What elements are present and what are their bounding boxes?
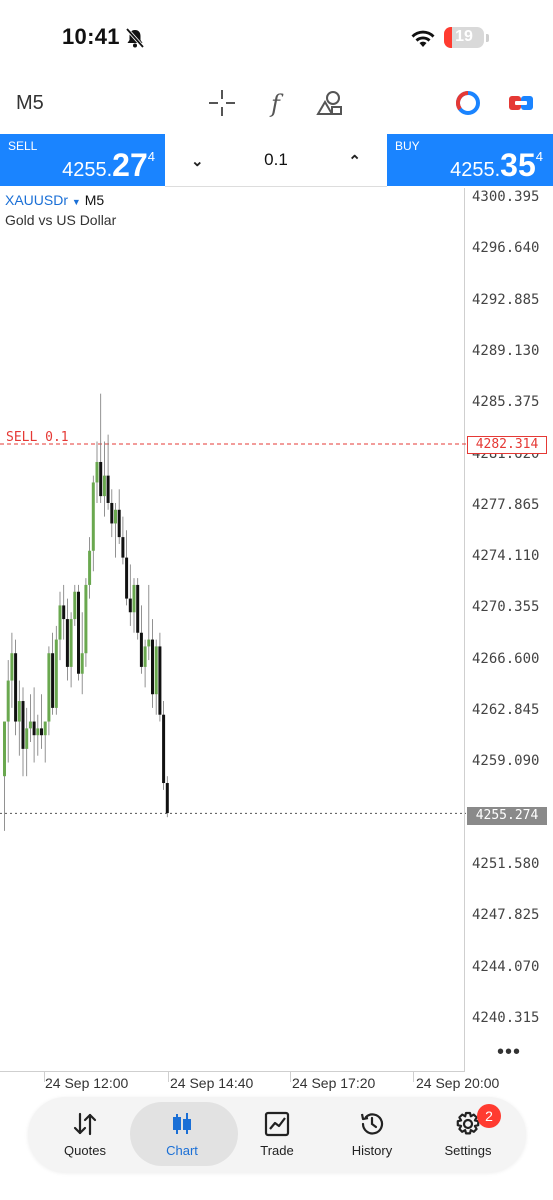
y-tick-label: 4270.355 — [472, 599, 540, 616]
current-price-label: 4255.274 — [467, 807, 547, 825]
candle — [51, 632, 55, 715]
y-tick-label: 4240.315 — [472, 1009, 540, 1026]
candle — [69, 612, 73, 688]
candle — [102, 441, 106, 517]
candlestick-chart — [0, 393, 466, 831]
candle — [21, 687, 25, 777]
tab-chart[interactable]: Chart — [130, 1097, 238, 1172]
tab-settings[interactable]: Settings — [418, 1097, 518, 1172]
candle — [80, 612, 84, 695]
candle — [154, 639, 158, 715]
y-tick-label: 4296.640 — [472, 240, 540, 257]
candle — [139, 605, 143, 674]
x-tick-label: 24 Sep 20:00 — [416, 1075, 500, 1091]
trade-chart-icon — [264, 1111, 290, 1137]
candle — [28, 694, 32, 743]
chart-candles-icon — [173, 1113, 191, 1134]
tab-quotes-label: Quotes — [64, 1143, 106, 1158]
x-tick-label: 24 Sep 17:20 — [292, 1075, 376, 1091]
candle — [54, 625, 58, 715]
y-tick-label: 4289.130 — [472, 342, 540, 359]
candle — [136, 578, 140, 640]
candle — [58, 591, 62, 661]
candle — [32, 687, 36, 763]
candle — [10, 632, 14, 708]
candle — [3, 721, 6, 831]
bottom-tab-bar: Quotes Chart Trade History Settings — [28, 1097, 526, 1172]
candle — [165, 776, 169, 818]
candle — [132, 578, 136, 633]
y-tick-label: 4277.865 — [472, 496, 540, 513]
candle — [114, 502, 117, 558]
candle — [47, 646, 51, 736]
sell-order-price: 4282.314 — [467, 436, 547, 454]
candle — [36, 714, 40, 756]
candle — [65, 598, 69, 681]
y-tick-label: 4266.600 — [472, 650, 540, 667]
y-tick-label: 4262.845 — [472, 702, 540, 718]
history-clock-icon — [360, 1113, 384, 1135]
y-tick-label: 4244.070 — [472, 958, 540, 975]
candle — [158, 632, 162, 722]
candle — [77, 584, 80, 681]
settings-notification-badge: 2 — [477, 1104, 501, 1128]
candle — [43, 721, 47, 763]
more-icon[interactable]: ••• — [497, 1041, 521, 1064]
sell-order-label[interactable]: SELL 0.1 — [6, 430, 69, 445]
candle — [117, 489, 121, 544]
candle — [125, 530, 129, 606]
candle — [121, 516, 125, 565]
y-tick-label: 4259.090 — [472, 753, 540, 770]
candle — [25, 707, 29, 777]
candle — [147, 584, 151, 661]
chart-symbol[interactable]: XAUUSDr ▼ M5 — [5, 192, 104, 208]
candle — [106, 434, 110, 510]
candle — [162, 701, 166, 790]
candle — [143, 639, 147, 688]
y-tick-label: 4247.825 — [472, 907, 540, 924]
x-tick-label: 24 Sep 14:40 — [170, 1075, 254, 1091]
candle — [14, 639, 18, 736]
y-tick-label: 4285.375 — [472, 394, 540, 411]
tab-settings-label: Settings — [444, 1143, 492, 1158]
candle — [88, 537, 92, 599]
tab-history-label: History — [351, 1143, 393, 1158]
tab-quotes[interactable]: Quotes — [35, 1097, 135, 1172]
candle — [6, 660, 10, 763]
chart-description: Gold vs US Dollar — [5, 212, 117, 228]
candle — [99, 393, 103, 503]
candle — [84, 578, 88, 667]
tab-chart-label: Chart — [166, 1143, 198, 1158]
candle — [128, 564, 132, 626]
candle — [95, 441, 99, 503]
candle — [151, 619, 154, 708]
y-tick-label: 4292.885 — [472, 291, 540, 308]
candle — [73, 584, 77, 626]
y-tick-label: 4274.110 — [472, 548, 540, 565]
candle — [40, 694, 43, 749]
candle — [62, 584, 66, 640]
candle — [91, 475, 95, 572]
candle — [110, 489, 114, 538]
y-tick-label: 4300.395 — [472, 189, 540, 205]
tab-trade-label: Trade — [260, 1143, 294, 1158]
y-tick-label: 4251.580 — [472, 855, 540, 872]
tab-history[interactable]: History — [322, 1097, 422, 1172]
tab-trade[interactable]: Trade — [227, 1097, 327, 1172]
x-tick-label: 24 Sep 12:00 — [45, 1075, 129, 1091]
candle — [17, 680, 21, 756]
quotes-arrows-icon — [73, 1112, 97, 1136]
